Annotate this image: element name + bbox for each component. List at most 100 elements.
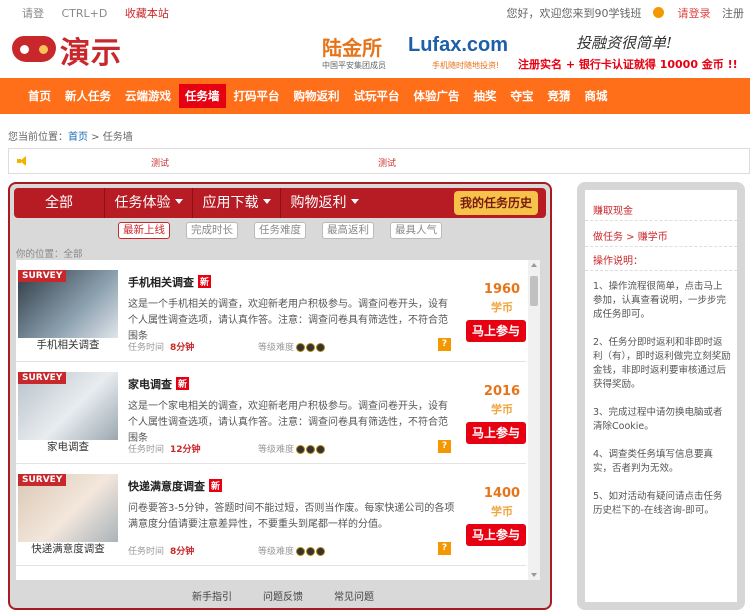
- scroll-down-icon[interactable]: [531, 573, 537, 577]
- feedback-link[interactable]: 问题反馈: [263, 588, 303, 603]
- filter-newest[interactable]: 最新上线: [118, 222, 170, 239]
- current-location: 你的位置：全部: [16, 249, 83, 260]
- site-logo[interactable]: 演示站: [12, 26, 140, 115]
- nav-item[interactable]: 云端游戏: [119, 78, 177, 114]
- nav-item[interactable]: 竞猜: [542, 78, 577, 114]
- tab-app-download[interactable]: 应用下载: [192, 188, 280, 218]
- panel-footer: 新手指引 问题反馈 常见问题: [160, 588, 420, 604]
- reward-amount: 1400: [483, 486, 521, 501]
- lufax-ad-banner[interactable]: 陆金所 Lufax.com 中国平安集团成员 手机随时随地投资!: [322, 32, 512, 74]
- speaker-icon: [17, 156, 29, 166]
- earn-cash-heading[interactable]: 赚取现金: [593, 202, 633, 217]
- shortcut-hint: CTRL+D: [61, 7, 108, 20]
- reward-unit: 学币: [491, 403, 513, 416]
- howto-heading: 操作说明：: [593, 256, 643, 267]
- tab-label: 任务体验: [114, 195, 171, 211]
- join-button[interactable]: 马上参与: [466, 320, 526, 342]
- level-label: 等级难度: [258, 547, 295, 557]
- difficulty: 等级难度: [258, 544, 326, 559]
- breadcrumb-home[interactable]: 首页: [68, 132, 88, 143]
- help-icon[interactable]: ?: [438, 542, 451, 555]
- survey-badge: SURVEY: [18, 270, 67, 282]
- task-title-text: 家电调查: [128, 378, 172, 391]
- tab-label: 应用下载: [202, 195, 259, 211]
- task-list-scrollbar[interactable]: [528, 260, 540, 580]
- task-item[interactable]: SURVEY 快递满意度调查 快递满意度调查新问卷要答3-5分钟，答题时间不能过短，…: [16, 466, 526, 566]
- task-description: 问卷要答3-5分钟，答题时间不能过短，否则当作废。每家快递公司的各项满意度分值请…: [128, 503, 455, 530]
- nav-item[interactable]: 试玩平台: [348, 78, 406, 114]
- task-time: 8分钟: [170, 547, 195, 557]
- login-link[interactable]: 请登录: [678, 7, 711, 20]
- header: 演示站 陆金所 Lufax.com 中国平安集团成员 手机随时随地投资! 投融资…: [0, 24, 750, 115]
- nav-item[interactable]: 抽奖: [468, 78, 503, 114]
- task-wall-panel: 全部 任务体验 应用下载 购物返利 我的任务历史 最新上线 完成时长 任务难度 …: [8, 182, 552, 610]
- tab-all[interactable]: 全部: [14, 188, 104, 218]
- reward-amount: 1960: [483, 282, 521, 297]
- reward-unit: 学币: [491, 505, 513, 518]
- chevron-down-icon: [174, 199, 183, 204]
- nav-item[interactable]: 夺宝: [505, 78, 540, 114]
- help-icon[interactable]: ?: [438, 338, 451, 351]
- difficulty: 等级难度: [258, 442, 326, 457]
- guide-link[interactable]: 新手指引: [192, 588, 232, 603]
- nav-item[interactable]: 商城: [579, 78, 614, 114]
- user-icon: [653, 7, 664, 18]
- new-badge: 新: [176, 377, 190, 390]
- sidebar-path: 做任务 > 赚学币: [593, 232, 668, 243]
- time-label: 任务时间: [128, 547, 165, 557]
- task-time: 12分钟: [170, 445, 201, 455]
- nav-item[interactable]: 购物返利: [288, 78, 346, 114]
- new-badge: 新: [198, 275, 212, 288]
- task-meta: 任务时间 12分钟 等级难度: [128, 442, 326, 455]
- help-icon[interactable]: ?: [438, 440, 451, 453]
- help-step: 4、调查类任务填写信息要真实，否者判为无效。: [593, 449, 714, 474]
- task-title[interactable]: 快递满意度调查新: [128, 478, 223, 494]
- faq-link[interactable]: 常见问题: [334, 588, 374, 603]
- breadcrumb-current: 任务墙: [102, 132, 133, 143]
- task-item[interactable]: SURVEY 家电调查 家电调查新这是一个家电相关的调查，欢迎新老用户积极参与。调查…: [16, 364, 526, 464]
- promo-banner[interactable]: 投融资很简单! 注册实名 + 银行卡认证就得 10000 金币 !!: [516, 30, 750, 72]
- filter-duration[interactable]: 完成时长: [186, 222, 238, 239]
- task-meta: 任务时间 8分钟 等级难度: [128, 544, 326, 557]
- notice-link-1[interactable]: 测试: [151, 156, 169, 169]
- scrollbar-thumb[interactable]: [530, 276, 538, 306]
- tab-shopping-rebate[interactable]: 购物返利: [280, 188, 368, 218]
- help-step: 2、任务分即时返利和非即时返利（有），即时返利做完立刻奖励金钱，非即时返利要审核…: [593, 337, 731, 390]
- task-thumbnail[interactable]: SURVEY 手机相关调查: [18, 270, 118, 351]
- filter-popularity[interactable]: 最具人气: [390, 222, 442, 239]
- join-button[interactable]: 马上参与: [466, 422, 526, 444]
- nav-item[interactable]: 打码平台: [228, 78, 286, 114]
- filter-highest-rebate[interactable]: 最高返利: [322, 222, 374, 239]
- task-history-button[interactable]: 我的任务历史: [453, 191, 538, 215]
- filter-difficulty[interactable]: 任务难度: [254, 222, 306, 239]
- level-label: 等级难度: [258, 445, 295, 455]
- task-title[interactable]: 家电调查新: [128, 376, 190, 392]
- time-label: 任务时间: [128, 445, 165, 455]
- breadcrumb-prefix: 您当前位置：: [8, 132, 68, 143]
- scroll-up-icon[interactable]: [531, 263, 537, 267]
- nav-item[interactable]: 体验广告: [408, 78, 466, 114]
- task-title[interactable]: 手机相关调查新: [128, 274, 212, 290]
- nav-item[interactable]: 新人任务: [59, 78, 117, 114]
- task-description: 这是一个手机相关的调查，欢迎新老用户积极参与。调查问卷开头，设有个人属性调查选项…: [128, 299, 448, 342]
- tab-experience[interactable]: 任务体验: [104, 188, 192, 218]
- task-thumbnail[interactable]: SURVEY 快递满意度调查: [18, 474, 118, 555]
- reward: 1400 学币: [472, 486, 532, 519]
- level-label: 等级难度: [258, 343, 295, 353]
- task-thumbnail[interactable]: SURVEY 家电调查: [18, 372, 118, 453]
- bookmark-link[interactable]: 收藏本站: [125, 7, 169, 20]
- notice-link-2[interactable]: 测试: [378, 156, 396, 169]
- help-step: 1、操作流程很简单，点击马上参加，认真查看说明，一步步完成任务即可。: [593, 281, 727, 320]
- lufax-en-name: Lufax.com: [408, 34, 509, 56]
- nav-item[interactable]: 任务墙: [179, 84, 226, 108]
- help-step: 3、完成过程中请勿换电脑或者清除Cookie。: [593, 407, 723, 432]
- nav-item[interactable]: 首页: [22, 78, 57, 114]
- gamepad-icon: [12, 36, 56, 62]
- difficulty-icons: [296, 445, 326, 457]
- top-left-links: 请登 CTRL+D 收藏本站: [22, 5, 183, 21]
- join-button[interactable]: 马上参与: [466, 524, 526, 546]
- difficulty-icons: [296, 547, 326, 559]
- register-link[interactable]: 注册: [722, 7, 744, 20]
- task-item[interactable]: SURVEY 手机相关调查 手机相关调查新这是一个手机相关的调查，欢迎新老用户积极参…: [16, 262, 526, 362]
- survey-badge: SURVEY: [18, 372, 67, 384]
